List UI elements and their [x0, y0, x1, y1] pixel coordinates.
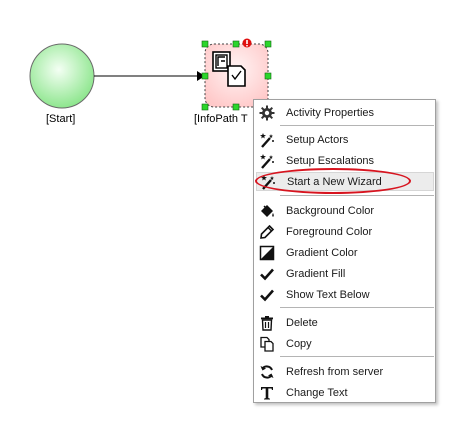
wand-icon [259, 173, 277, 191]
context-menu: Activity Properties Setup Actors Setup E… [253, 99, 436, 403]
menu-separator [280, 125, 434, 126]
menu-item-label: Activity Properties [286, 106, 375, 119]
menu-item-copy[interactable]: Copy [256, 334, 434, 353]
text-icon [258, 384, 276, 402]
infopath-node-label: [InfoPath T [194, 113, 248, 125]
pencil-icon [258, 223, 276, 241]
infopath-task-node[interactable] [204, 43, 269, 108]
menu-item-delete[interactable]: Delete [256, 313, 434, 332]
gradient-icon [258, 244, 276, 262]
wand-icon [258, 152, 276, 170]
menu-item-label: Foreground Color [286, 225, 373, 238]
start-node[interactable] [29, 43, 95, 109]
menu-item-label: Setup Actors [286, 133, 349, 146]
menu-item-label: Setup Escalations [286, 154, 375, 167]
refresh-icon [258, 363, 276, 381]
menu-item-change-text[interactable]: Change Text [256, 383, 434, 402]
menu-item-gradient-fill[interactable]: Gradient Fill [256, 264, 434, 283]
menu-item-label: Refresh from server [286, 365, 384, 378]
menu-item-label: Change Text [286, 386, 348, 399]
checkmark-icon [258, 286, 276, 304]
start-node-label: [Start] [46, 113, 76, 125]
menu-item-start-new-wizard[interactable]: Start a New Wizard [256, 172, 434, 191]
menu-item-setup-escalations[interactable]: Setup Escalations [256, 151, 434, 170]
menu-item-show-text-below[interactable]: Show Text Below [256, 285, 434, 304]
menu-separator [280, 307, 434, 308]
menu-item-label: Delete [286, 316, 318, 329]
copy-icon [258, 335, 276, 353]
menu-item-label: Show Text Below [286, 288, 370, 301]
menu-item-background-color[interactable]: Background Color [256, 201, 434, 220]
gear-icon [258, 104, 276, 122]
menu-separator [280, 195, 434, 196]
warning-badge-icon [242, 38, 252, 48]
menu-item-label: Background Color [286, 204, 375, 217]
checkmark-icon [258, 265, 276, 283]
menu-item-foreground-color[interactable]: Foreground Color [256, 222, 434, 241]
menu-item-refresh-from-server[interactable]: Refresh from server [256, 362, 434, 381]
menu-item-label: Gradient Color [286, 246, 358, 259]
paint-bucket-icon [258, 202, 276, 220]
menu-item-setup-actors[interactable]: Setup Actors [256, 130, 434, 149]
menu-item-label: Copy [286, 337, 312, 350]
menu-item-label: Gradient Fill [286, 267, 346, 280]
menu-item-gradient-color[interactable]: Gradient Color [256, 243, 434, 262]
wand-icon [258, 131, 276, 149]
menu-item-label: Start a New Wizard [287, 175, 382, 188]
trash-icon [258, 314, 276, 332]
menu-separator [280, 356, 434, 357]
menu-item-activity-properties[interactable]: Activity Properties [256, 103, 434, 122]
